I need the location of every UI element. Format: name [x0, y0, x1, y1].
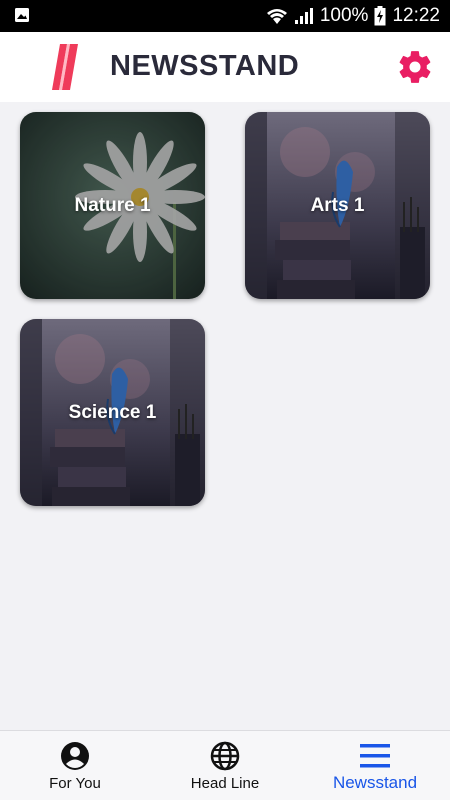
clock: 12:22 [392, 5, 440, 26]
bottom-navigation: For You Head Line Newsstand [0, 730, 450, 800]
category-card-arts[interactable]: Arts 1 [245, 112, 430, 299]
battery-charging-icon [374, 6, 386, 26]
category-card-nature[interactable]: Nature 1 [20, 112, 205, 299]
nav-label: Head Line [190, 775, 260, 792]
nav-item-newsstand[interactable]: Newsstand [300, 731, 450, 800]
nav-item-head-line[interactable]: Head Line [150, 731, 300, 800]
category-label: Nature 1 [74, 194, 151, 216]
menu-lines-icon [360, 744, 390, 768]
nav-item-for-you[interactable]: For You [0, 731, 150, 800]
gear-icon[interactable] [396, 48, 434, 86]
page-title: NEWSSTAND [110, 50, 300, 82]
nav-label: Newsstand [332, 773, 418, 792]
category-label: Science 1 [68, 401, 157, 423]
wifi-icon [266, 9, 287, 24]
signal-icon [294, 8, 313, 24]
battery-percent: 100% [319, 5, 369, 26]
image-icon [15, 8, 29, 22]
status-bar: 100% 12:22 [0, 0, 450, 32]
newsstand-logo-icon [52, 44, 78, 90]
category-label: Arts 1 [310, 194, 365, 216]
nav-label: For You [49, 775, 101, 792]
person-circle-icon [61, 742, 89, 770]
category-card-science[interactable]: Science 1 [20, 319, 205, 506]
globe-icon [210, 741, 240, 771]
app-bar: NEWSSTAND [0, 32, 450, 102]
